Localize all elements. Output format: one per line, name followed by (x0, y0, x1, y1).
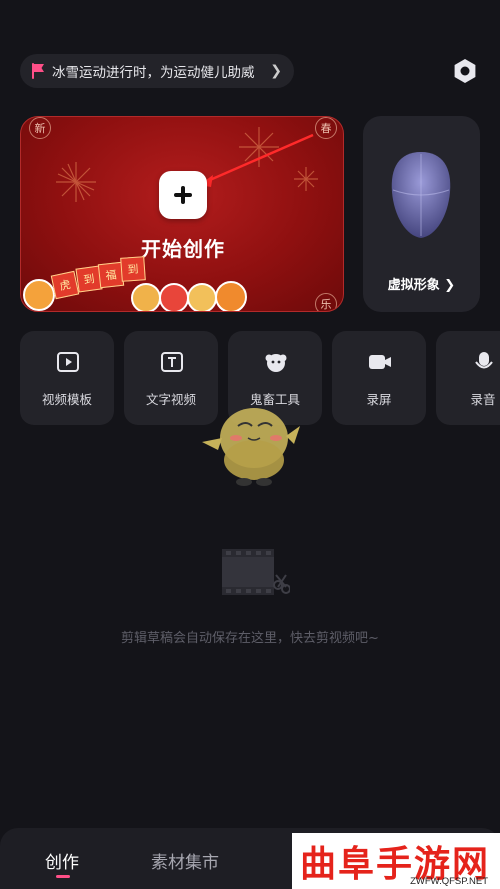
add-project-button[interactable] (159, 171, 207, 219)
announcement-banner[interactable]: 冰雪运动进行时，为运动健儿助威 ❯ (20, 54, 294, 88)
settings-icon[interactable] (450, 56, 480, 86)
corner-character-chun: 春 (315, 117, 337, 139)
corner-character-xin: 新 (29, 117, 51, 139)
text-video-icon (161, 352, 183, 372)
tool-label: 视频模板 (41, 392, 92, 407)
empty-drafts-icon (222, 549, 290, 595)
sticker-dao-2: 到 (120, 256, 146, 282)
banner-text: 冰雪运动进行时，为运动健儿助威 (52, 65, 255, 81)
site-watermark: 曲阜手游网 ZWFW.QFSP.NET (292, 833, 500, 889)
flag-icon (32, 63, 44, 79)
mascot-sticker (202, 408, 300, 486)
corner-character-le: 乐 (315, 293, 337, 311)
watermark-url: ZWFW.QFSP.NET (410, 876, 488, 887)
start-creating-card[interactable]: 新 春 乐 开始创作 虎 到 福 到 (20, 116, 344, 312)
tool-audio-record[interactable]: 录音 (436, 331, 500, 425)
virtual-avatar-label: 虚拟形象 ❯ (387, 278, 456, 293)
virtual-avatar-card[interactable]: 虚拟形象 ❯ (363, 116, 480, 312)
sticker-hu: 虎 (50, 270, 80, 300)
sticker-lantern (23, 279, 55, 311)
sticker-envelope (159, 283, 189, 311)
sticker-drum (187, 283, 217, 311)
tool-label: 录音 (470, 392, 496, 407)
tab-material-market[interactable]: 素材集市 (151, 848, 219, 873)
chevron-right-icon: ❯ (270, 63, 282, 79)
start-creating-label: 开始创作 (141, 237, 225, 261)
empty-drafts-message: 剪辑草稿会自动保存在这里，快去剪视频吧~ (121, 631, 379, 646)
avatar-mask-icon (391, 152, 451, 238)
tool-label: 录屏 (366, 392, 392, 407)
video-template-icon (57, 352, 79, 372)
tool-video-template[interactable]: 视频模板 (20, 331, 114, 425)
tool-screen-record[interactable]: 录屏 (332, 331, 426, 425)
microphone-icon (475, 352, 493, 369)
active-tab-indicator (56, 875, 70, 878)
sticker-tiger (131, 283, 161, 311)
remix-tool-icon (265, 354, 287, 372)
screen-record-icon (369, 355, 391, 369)
tab-create[interactable]: 创作 (45, 848, 79, 873)
sticker-lantern-2 (215, 281, 247, 311)
